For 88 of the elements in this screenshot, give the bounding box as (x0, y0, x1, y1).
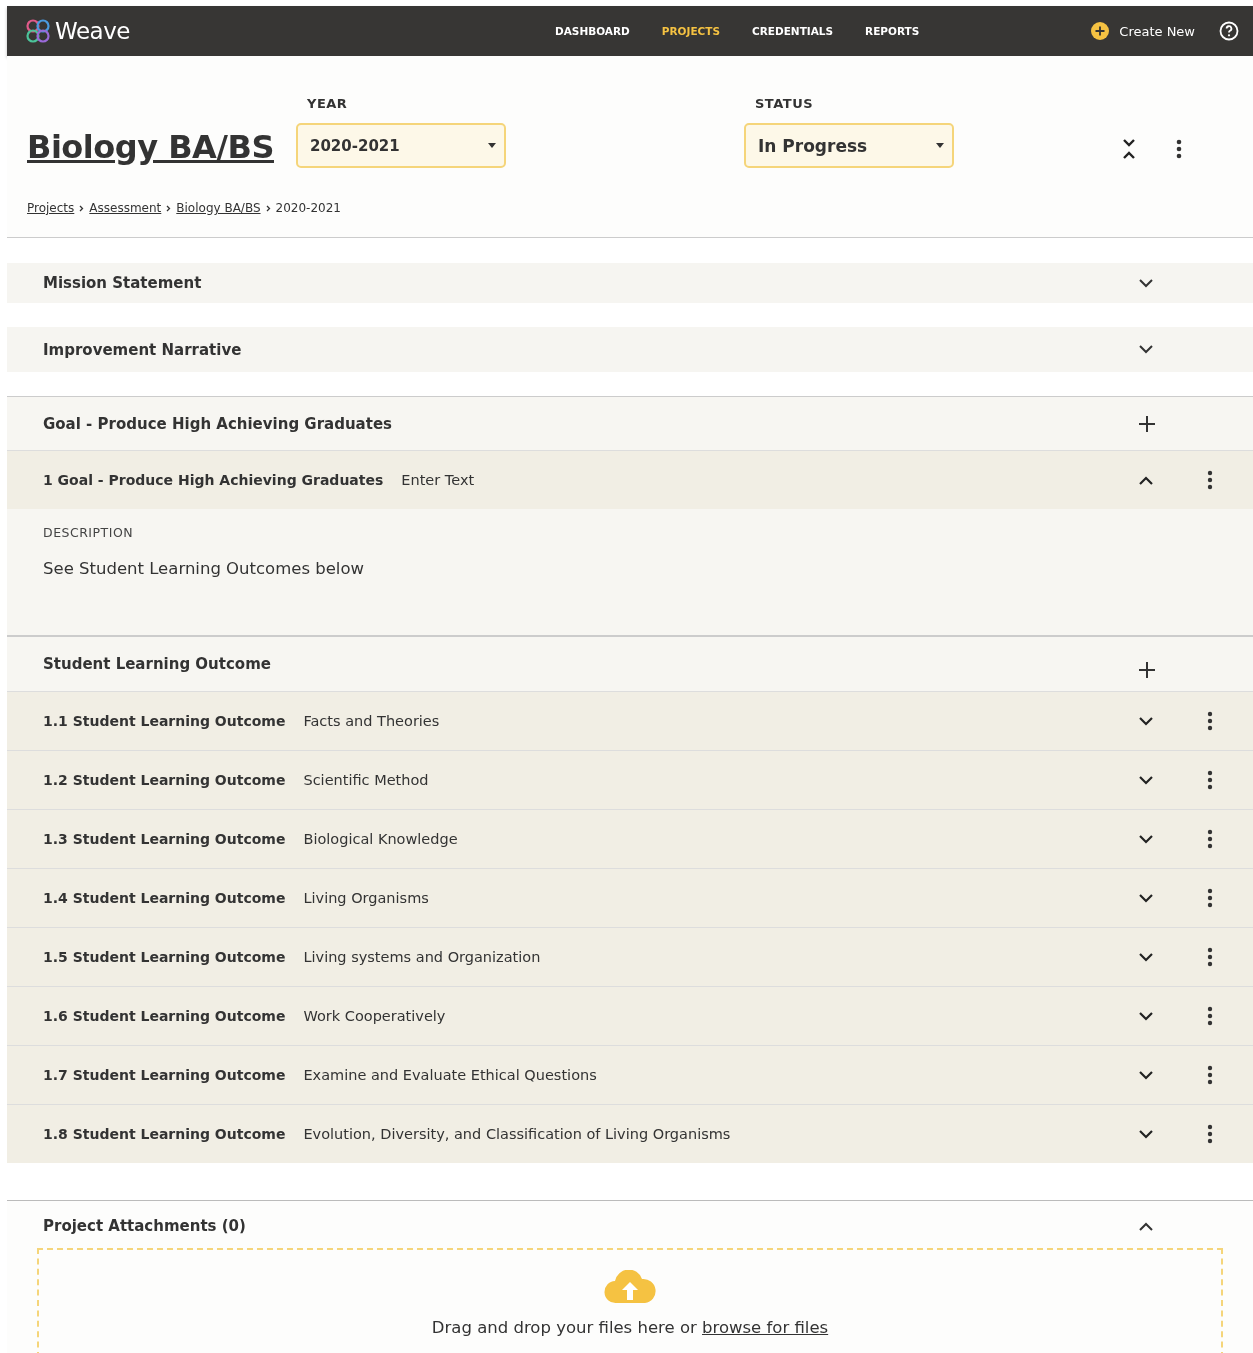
chevron-right-icon (79, 204, 85, 212)
breadcrumb-link[interactable]: Biology BA/BS (176, 201, 261, 215)
more-options-icon[interactable] (1176, 139, 1182, 159)
cloud-upload-icon (604, 1270, 656, 1304)
chevron-icon[interactable] (1139, 1011, 1153, 1021)
description-label: DESCRIPTION (43, 525, 135, 540)
group-title: Goal - Produce High Achieving Graduates (43, 414, 392, 433)
section-title: Improvement Narrative (43, 340, 242, 359)
drop-instructions: Drag and drop your files here or browse for files (431, 1318, 829, 1337)
outcome-row[interactable]: 1.4 Student Learning Outcome Living Organisms (7, 868, 1253, 927)
outcome-row[interactable]: 1.2 Student Learning Outcome Scientific Method (7, 750, 1253, 809)
outcome-row[interactable]: 1.1 Student Learning Outcome Facts and Theories (7, 691, 1253, 750)
attachments-title: Project Attachments (0) (43, 1217, 246, 1235)
breadcrumb-current: 2020-2021 (275, 201, 341, 215)
item-text: Examine and Evaluate Ethical Questions (303, 1067, 598, 1083)
description-text: See Student Learning Outcomes below (43, 559, 366, 578)
brand-name[interactable]: Weave (55, 18, 130, 44)
chevron-icon[interactable] (1139, 475, 1153, 485)
item-title: 1.4 Student Learning Outcome (43, 890, 286, 906)
page-title[interactable]: Biology BA/BS (27, 128, 274, 168)
chevron-icon[interactable] (1139, 1129, 1153, 1139)
item-title: 1.5 Student Learning Outcome (43, 949, 286, 965)
nav-link[interactable]: PROJECTS (661, 25, 720, 37)
caret-down-icon (488, 143, 496, 148)
plus-icon[interactable] (1138, 414, 1156, 433)
more-options-icon[interactable] (1207, 711, 1213, 731)
chevron-icon[interactable] (1139, 278, 1153, 288)
browse-files-link[interactable]: browse for files (702, 1318, 829, 1337)
chevron-icon[interactable] (1139, 952, 1153, 962)
section-header[interactable]: Improvement Narrative (7, 327, 1253, 372)
item-text: Living systems and Organization (303, 949, 542, 965)
more-options-icon[interactable] (1207, 947, 1213, 967)
chevron-icon[interactable] (1139, 893, 1153, 903)
field-label: YEAR (306, 96, 349, 111)
section-title: Mission Statement (43, 274, 202, 292)
plus-circle-icon (1091, 22, 1110, 40)
breadcrumb-link[interactable]: Assessment (89, 201, 162, 215)
year-dropdown[interactable]: 2020-2021 (296, 123, 506, 168)
outcome-row[interactable]: 1.3 Student Learning Outcome Biological Knowledge (7, 809, 1253, 868)
chevron-icon[interactable] (1139, 1070, 1153, 1080)
item-text: Evolution, Diversity, and Classification of Living Organisms (303, 1126, 732, 1142)
item-title: 1.7 Student Learning Outcome (43, 1067, 286, 1083)
more-options-icon[interactable] (1207, 1006, 1213, 1026)
chevron-right-icon (265, 204, 271, 212)
plus-icon[interactable] (1138, 661, 1156, 679)
outcome-row[interactable]: 1.5 Student Learning Outcome Living systems and Organization (7, 927, 1253, 986)
more-options-icon[interactable] (1207, 888, 1213, 908)
item-text: Scientific Method (303, 772, 430, 788)
more-options-icon[interactable] (1207, 770, 1213, 790)
more-options-icon[interactable] (1207, 1124, 1213, 1144)
chevron-icon[interactable] (1139, 775, 1153, 785)
item-text: Living Organisms (303, 890, 430, 906)
more-options-icon[interactable] (1207, 1065, 1213, 1085)
chevron-icon[interactable] (1139, 834, 1153, 844)
item-text: Work Cooperatively (303, 1008, 447, 1024)
create-new-button[interactable]: Create New (1087, 18, 1199, 44)
item-title: 1.2 Student Learning Outcome (43, 772, 286, 788)
item-text: Biological Knowledge (303, 831, 459, 847)
nav-link[interactable]: REPORTS (865, 25, 920, 37)
collapse-all-icon[interactable] (1122, 138, 1136, 160)
nav-link[interactable]: CREDENTIALS (752, 25, 834, 37)
item-title: 1.8 Student Learning Outcome (43, 1126, 286, 1142)
section-header[interactable]: Mission Statement (7, 263, 1253, 303)
file-drop-zone[interactable]: Drag and drop your files here or browse for files (37, 1248, 1223, 1353)
item-title: 1.6 Student Learning Outcome (43, 1008, 286, 1024)
outcome-row[interactable]: 1.6 Student Learning Outcome Work Cooperatively (7, 986, 1253, 1045)
help-icon[interactable] (1219, 21, 1239, 41)
item-title: 1.3 Student Learning Outcome (43, 831, 286, 847)
field-label: STATUS (754, 96, 815, 111)
item-text: Enter Text (401, 472, 476, 488)
chevron-right-icon (166, 204, 172, 212)
caret-down-icon (936, 143, 944, 148)
chevron-icon[interactable] (1139, 1221, 1153, 1231)
outcome-row[interactable]: 1.8 Student Learning Outcome Evolution, Diversity, and Classification of Living Organisms (7, 1104, 1253, 1163)
goal-row[interactable]: 1 Goal - Produce High Achieving Graduates Enter Text (7, 450, 1253, 509)
breadcrumb-link[interactable]: Projects (27, 201, 75, 215)
logo-icon[interactable] (25, 18, 51, 44)
status-dropdown[interactable]: In Progress (744, 123, 954, 168)
chevron-icon[interactable] (1139, 716, 1153, 726)
more-options-icon[interactable] (1207, 470, 1213, 490)
more-options-icon[interactable] (1207, 829, 1213, 849)
chevron-icon[interactable] (1139, 345, 1153, 354)
outcome-row[interactable]: 1.7 Student Learning Outcome Examine and Evaluate Ethical Questions (7, 1045, 1253, 1104)
nav-link[interactable]: DASHBOARD (555, 25, 630, 37)
item-text: Facts and Theories (303, 713, 441, 729)
item-title: 1 Goal - Produce High Achieving Graduates (43, 472, 384, 488)
group-title: Student Learning Outcome (43, 655, 271, 673)
item-title: 1.1 Student Learning Outcome (43, 713, 286, 729)
